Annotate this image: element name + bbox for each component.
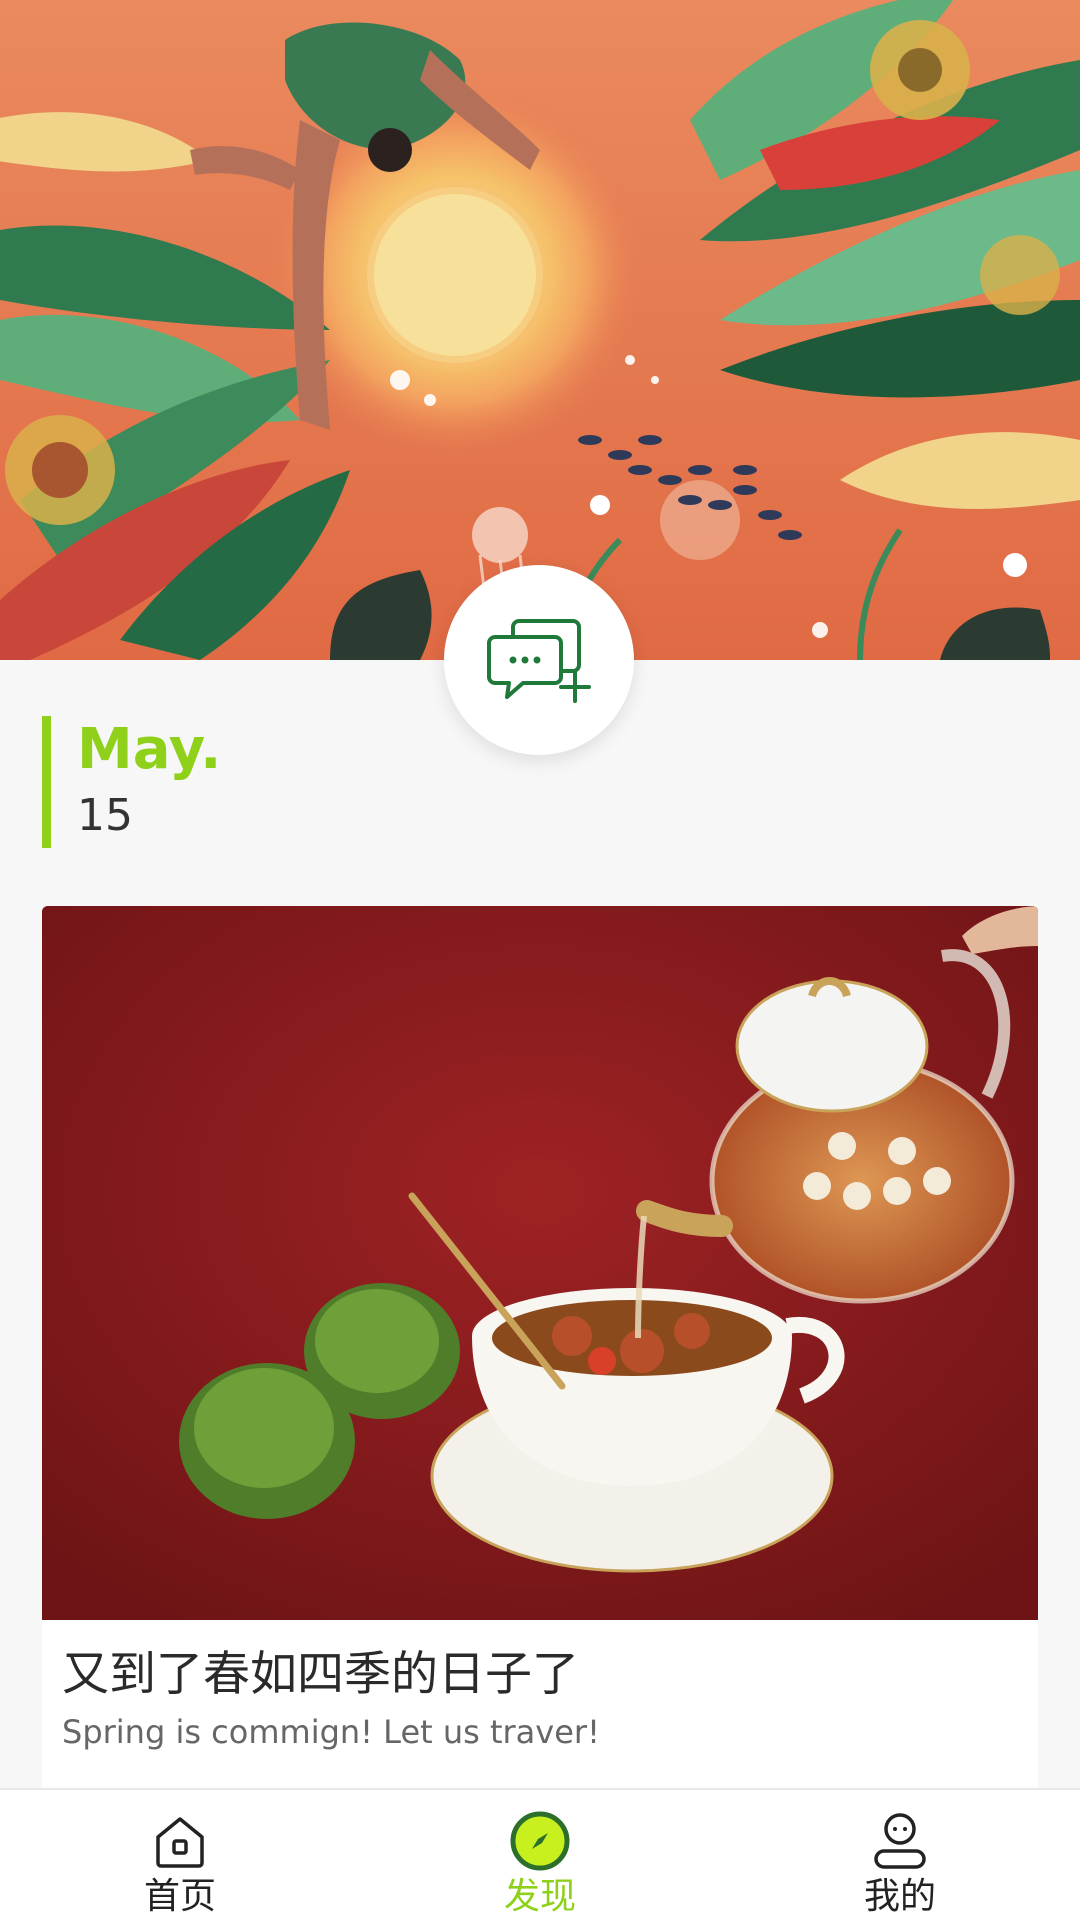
article-title: 又到了春如四季的日子了 [62, 1647, 579, 1702]
home-icon [147, 1808, 213, 1874]
date-day: 15 [77, 790, 133, 841]
hero-illustration [0, 0, 1080, 660]
add-comment-icon [487, 619, 591, 703]
date-section: May. 15 [42, 716, 221, 848]
add-comment-button[interactable] [444, 565, 634, 755]
date-month: May. [77, 717, 222, 782]
nav-home-label: 首页 [143, 1876, 216, 1917]
article-card[interactable]: 又到了春如四季的日子了 Spring is commign! Let us tr… [42, 906, 1038, 1920]
article-subtitle: Spring is commign! Let us traver! [62, 1713, 600, 1751]
nav-profile[interactable]: 我的 [720, 1790, 1080, 1920]
nav-discover-label: 发现 [503, 1876, 576, 1917]
hero-banner [0, 0, 1080, 660]
nav-home[interactable]: 首页 [0, 1790, 360, 1920]
nav-discover[interactable]: 发现 [360, 1790, 720, 1920]
compass-icon [507, 1808, 573, 1874]
article-image [42, 906, 1038, 1620]
tea-pouring-photo [42, 906, 1038, 1620]
nav-profile-label: 我的 [863, 1876, 936, 1917]
profile-icon [867, 1808, 933, 1874]
bottom-navigation: 首页 发现 我的 [0, 1788, 1080, 1920]
